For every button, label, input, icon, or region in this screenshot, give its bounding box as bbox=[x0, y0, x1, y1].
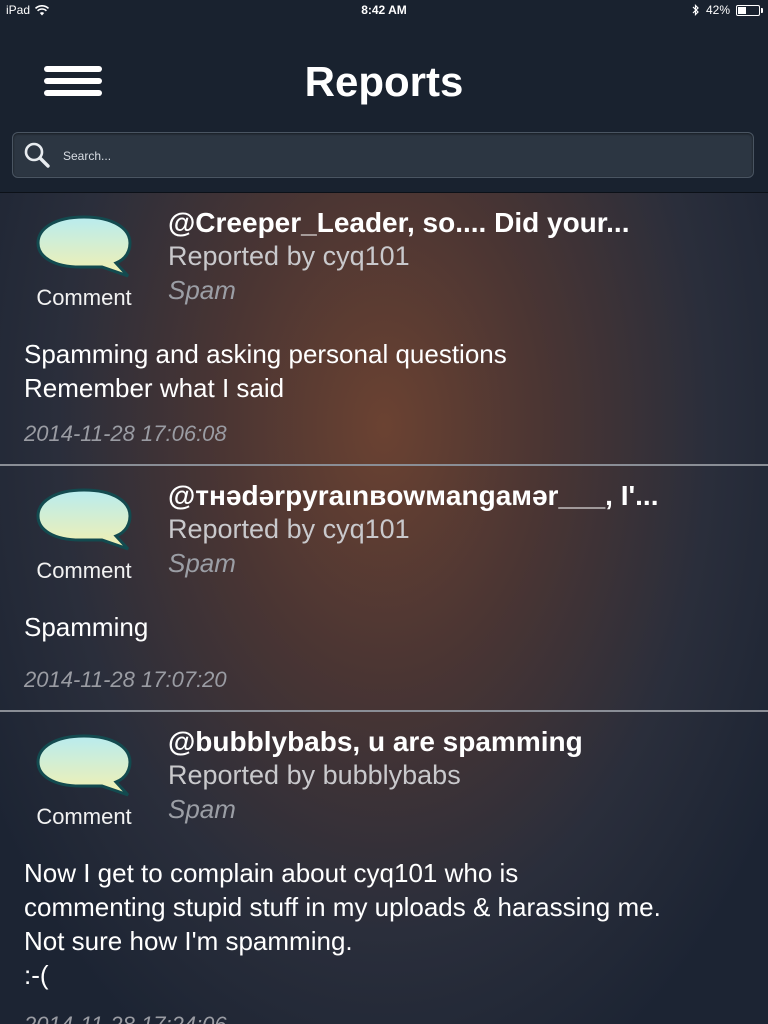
report-type-label: Comment bbox=[36, 804, 132, 829]
status-bar: iPad 8:42 AM 42% bbox=[0, 0, 768, 20]
report-category: Spam bbox=[168, 548, 236, 578]
report-item[interactable]: Comment @bubblybabs, u are spamming Repo… bbox=[0, 712, 768, 1024]
report-category: Spam bbox=[168, 275, 236, 305]
report-item[interactable]: Comment @Creeper_Leader, so.... Did your… bbox=[0, 193, 768, 466]
nav-bar: Reports bbox=[0, 20, 768, 193]
comment-type-badge: Comment bbox=[24, 732, 144, 832]
speech-bubble-icon bbox=[36, 734, 132, 797]
report-type-label: Comment bbox=[36, 558, 132, 583]
bluetooth-icon bbox=[692, 4, 699, 16]
page-title: Reports bbox=[304, 58, 464, 105]
reported-by: Reported by cyq101 bbox=[168, 241, 410, 271]
reported-by: Reported by bubblybabs bbox=[168, 760, 461, 790]
report-title: @bubblybabs, u are spamming bbox=[168, 726, 583, 757]
reports-list[interactable]: Comment @Creeper_Leader, so.... Did your… bbox=[0, 193, 768, 1024]
comment-type-badge: Comment bbox=[24, 486, 144, 586]
reported-by: Reported by cyq101 bbox=[168, 514, 410, 544]
report-title: @Creeper_Leader, so.... Did your... bbox=[168, 207, 630, 238]
search-icon bbox=[24, 142, 50, 168]
report-timestamp: 2014-11-28 17:06:08 bbox=[24, 421, 227, 446]
report-category: Spam bbox=[168, 794, 236, 824]
report-title: @тнədərpyraιnвowмangaмər___, I'... bbox=[168, 480, 659, 511]
report-timestamp: 2014-11-28 17:24:06 bbox=[24, 1012, 227, 1024]
speech-bubble-icon bbox=[36, 488, 132, 551]
battery-percent: 42% bbox=[705, 3, 730, 17]
report-timestamp: 2014-11-28 17:07:20 bbox=[24, 667, 227, 692]
battery-level bbox=[738, 6, 746, 14]
status-right: 42% bbox=[692, 3, 763, 17]
report-description: Spamming bbox=[24, 612, 149, 642]
search-input[interactable] bbox=[61, 133, 745, 179]
speech-bubble-icon bbox=[36, 215, 132, 278]
status-time: 8:42 AM bbox=[361, 3, 407, 17]
comment-type-badge: Comment bbox=[24, 213, 144, 313]
report-item[interactable]: Comment @тнədərpyraιnвowмangaмər___, I'.… bbox=[0, 466, 768, 712]
report-description: Now I get to complain about cyq101 who i… bbox=[24, 858, 661, 990]
search-bar[interactable] bbox=[12, 132, 754, 179]
battery-icon bbox=[736, 4, 763, 16]
report-description: Spamming and asking personal questions R… bbox=[24, 339, 507, 403]
report-type-label: Comment bbox=[36, 285, 132, 310]
